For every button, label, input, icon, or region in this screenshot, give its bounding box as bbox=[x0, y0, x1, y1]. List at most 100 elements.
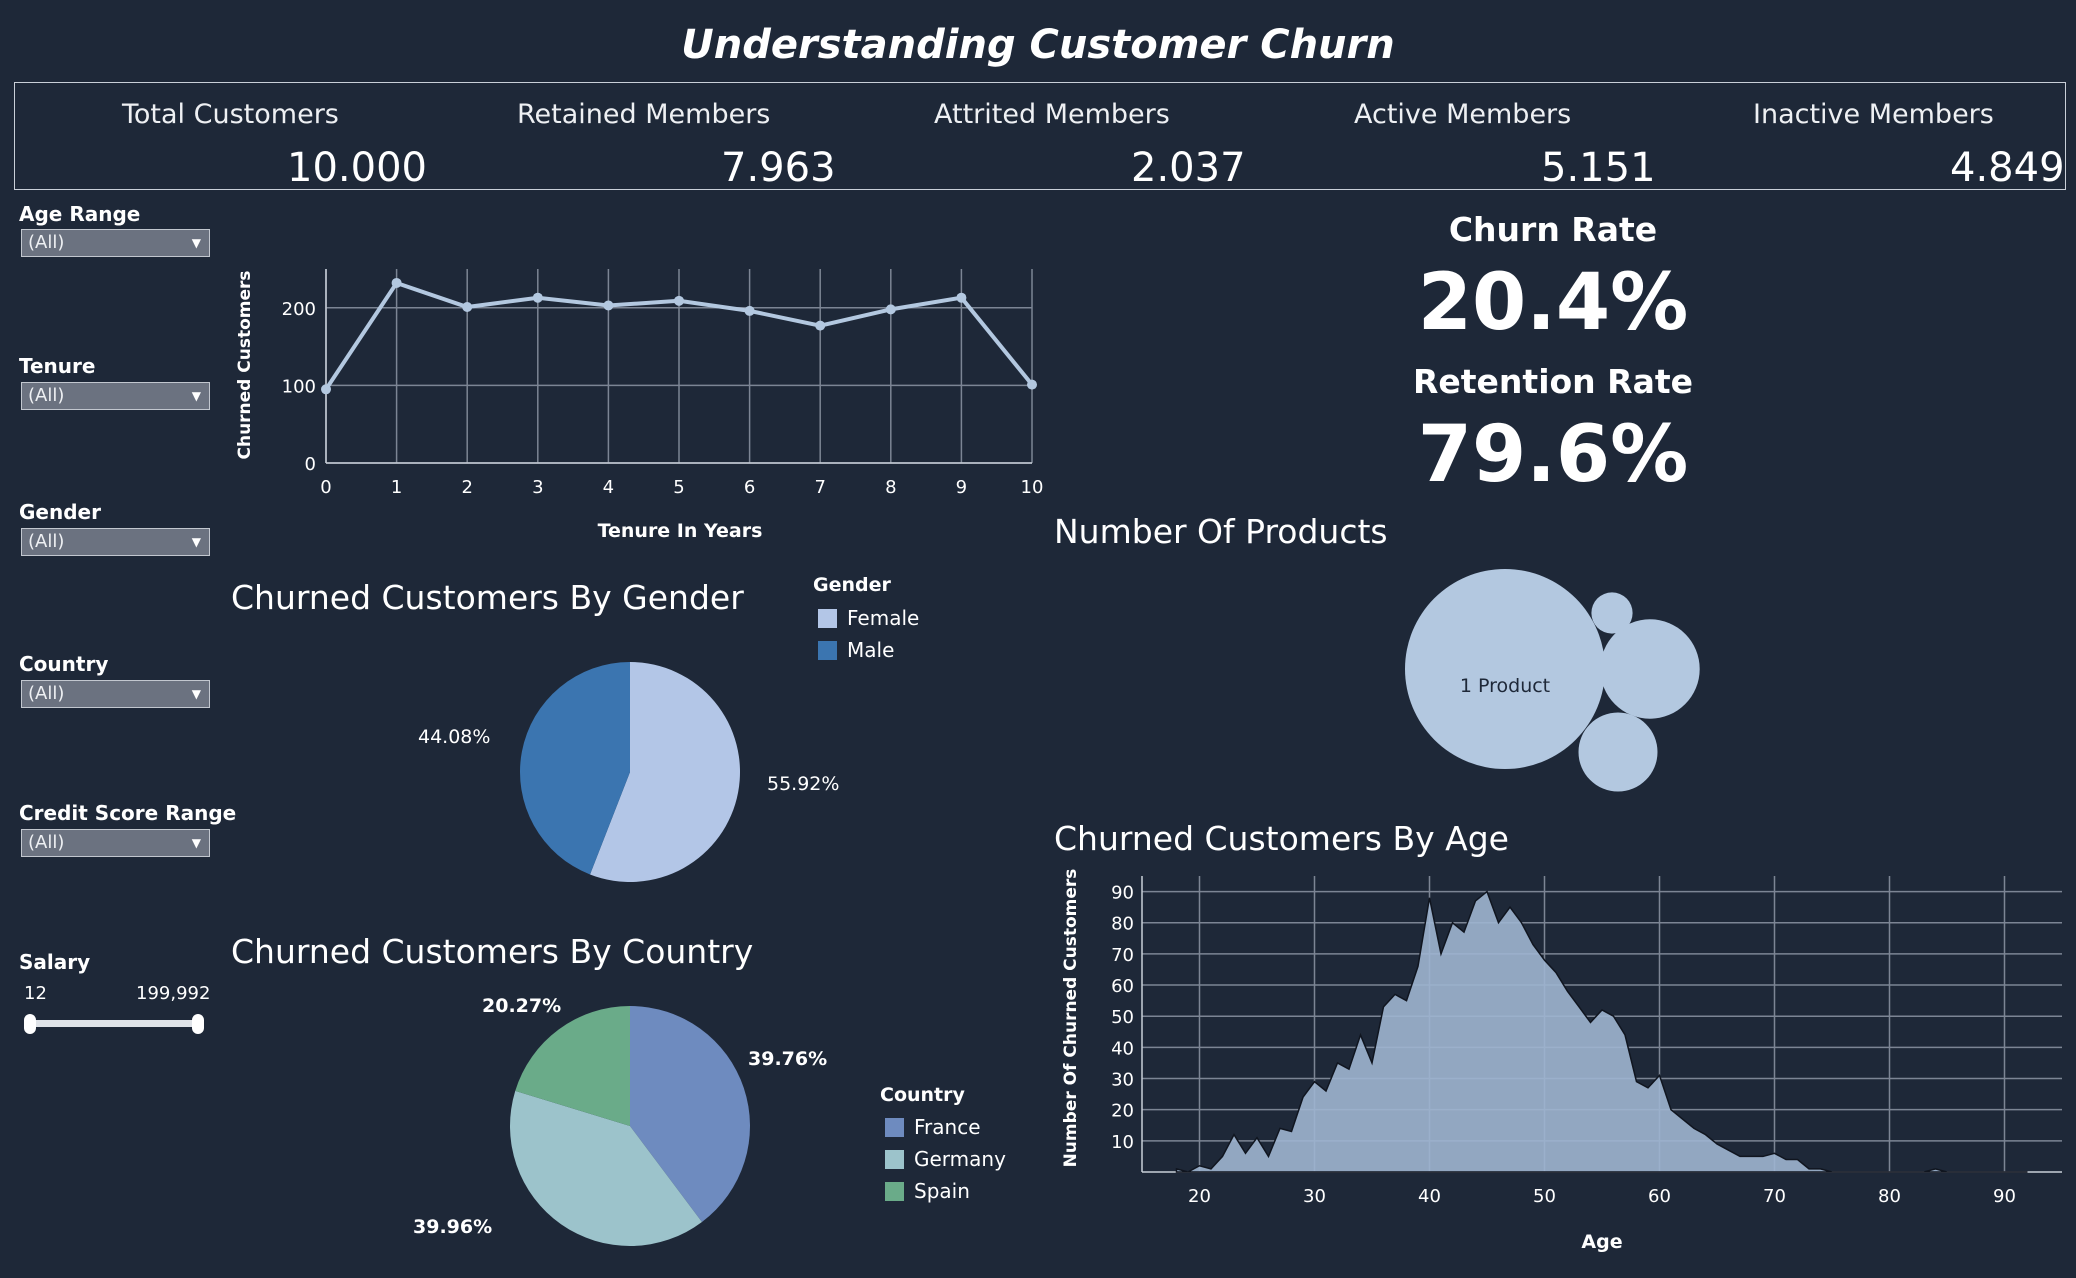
product-bubble-1 bbox=[1405, 569, 1605, 769]
gender-pie-chart bbox=[520, 662, 740, 882]
filter-credit-score-label: Credit Score Range bbox=[19, 801, 237, 825]
salary-min-label: 12 bbox=[24, 983, 47, 1004]
tenure-point bbox=[885, 304, 896, 315]
tenure-xlabel: Tenure In Years bbox=[598, 520, 763, 542]
kpi-inactive-label: Inactive Members bbox=[1753, 99, 1994, 130]
chevron-down-icon: ▼ bbox=[191, 535, 201, 549]
age-xtick-label: 30 bbox=[1303, 1186, 1326, 1207]
spain-swatch bbox=[885, 1182, 904, 1201]
tenure-ylabel: Churned Customers bbox=[235, 270, 255, 459]
country-legend-germany: Germany bbox=[885, 1147, 1006, 1171]
age-ytick-label: 30 bbox=[1111, 1070, 1134, 1091]
tenure-xtick-label: 9 bbox=[956, 477, 967, 498]
tenure-ytick-label: 0 bbox=[305, 454, 316, 475]
filter-salary-label: Salary bbox=[19, 950, 91, 974]
filter-age-range-dropdown[interactable]: (All) ▼ bbox=[21, 229, 210, 257]
tenure-point bbox=[391, 277, 402, 288]
country-pie-chart bbox=[510, 1006, 750, 1246]
tenure-point bbox=[603, 300, 614, 311]
age-ytick-label: 20 bbox=[1111, 1101, 1134, 1122]
kpi-attrited-label: Attrited Members bbox=[934, 99, 1170, 130]
age-ytick-label: 80 bbox=[1111, 914, 1134, 935]
filter-tenure-dropdown[interactable]: (All) ▼ bbox=[21, 382, 210, 410]
salary-slider-track[interactable] bbox=[30, 1020, 200, 1027]
dropdown-value: (All) bbox=[28, 232, 65, 253]
churn-rate-value: 20.4% bbox=[1417, 258, 1689, 348]
filter-country-dropdown[interactable]: (All) ▼ bbox=[21, 680, 210, 708]
age-area-chart: 20 30 40 50 60 70 80 90 10 20 30 40 50 60 70 80 90 Numbe… bbox=[1061, 869, 2062, 1253]
filter-tenure-label: Tenure bbox=[19, 354, 96, 378]
product-bubble-4 bbox=[1591, 592, 1633, 634]
gender-male-pct: 44.08% bbox=[418, 726, 491, 748]
tenure-line-chart: 0 1 2 3 4 5 6 7 8 9 100100200 Churned Customers Te… bbox=[235, 269, 1044, 542]
kpi-active-value: 5.151 bbox=[1541, 145, 1656, 191]
kpi-attrited-value: 2.037 bbox=[1131, 145, 1246, 191]
tenure-point bbox=[956, 292, 967, 303]
country-germany-pct: 39.96% bbox=[413, 1216, 493, 1238]
age-ytick-label: 50 bbox=[1111, 1007, 1134, 1028]
kpi-active-label: Active Members bbox=[1354, 99, 1572, 130]
chevron-down-icon: ▼ bbox=[191, 389, 201, 403]
country-france-pct: 39.76% bbox=[748, 1048, 828, 1070]
salary-slider-min-handle[interactable] bbox=[24, 1014, 36, 1034]
age-ytick-label: 90 bbox=[1111, 883, 1134, 904]
age-xtick-label: 60 bbox=[1648, 1186, 1671, 1207]
germany-swatch bbox=[885, 1150, 904, 1169]
tenure-xtick-label: 1 bbox=[391, 477, 402, 498]
filter-credit-score-dropdown[interactable]: (All) ▼ bbox=[21, 829, 210, 857]
tenure-xtick-label: 10 bbox=[1021, 477, 1044, 498]
product-bubble-3 bbox=[1578, 712, 1658, 792]
tenure-xtick-label: 8 bbox=[885, 477, 896, 498]
gender-chart-title: Churned Customers By Gender bbox=[231, 578, 744, 617]
kpi-total-value: 10.000 bbox=[287, 145, 427, 191]
male-swatch bbox=[818, 641, 837, 660]
kpi-retained-label: Retained Members bbox=[517, 99, 771, 130]
country-chart-title: Churned Customers By Country bbox=[231, 932, 754, 971]
country-legend-france: France bbox=[885, 1115, 981, 1139]
dashboard-title: Understanding Customer Churn bbox=[681, 22, 1395, 68]
churn-rate-label: Churn Rate bbox=[1448, 210, 1658, 249]
salary-max-label: 199,992 bbox=[136, 983, 211, 1004]
dropdown-value: (All) bbox=[28, 531, 65, 552]
age-ylabel: Number Of Churned Customers bbox=[1061, 869, 1081, 1168]
chevron-down-icon: ▼ bbox=[191, 687, 201, 701]
france-swatch bbox=[885, 1118, 904, 1137]
retention-rate-value: 79.6% bbox=[1417, 410, 1689, 500]
filter-age-range-label: Age Range bbox=[19, 202, 141, 226]
age-ytick-label: 60 bbox=[1111, 976, 1134, 997]
age-ytick-label: 70 bbox=[1111, 945, 1134, 966]
dropdown-value: (All) bbox=[28, 683, 65, 704]
age-chart-title: Churned Customers By Age bbox=[1054, 819, 1509, 858]
gender-legend-male: Male bbox=[818, 638, 894, 662]
products-bubble-chart: 1 Product bbox=[1405, 569, 1700, 792]
age-xtick-label: 50 bbox=[1533, 1186, 1556, 1207]
product-bubble-2 bbox=[1600, 619, 1700, 719]
tenure-point bbox=[815, 320, 826, 331]
age-ytick-label: 40 bbox=[1111, 1038, 1134, 1059]
tenure-point bbox=[674, 295, 684, 306]
chevron-down-icon: ▼ bbox=[191, 236, 201, 250]
chevron-down-icon: ▼ bbox=[191, 836, 201, 850]
country-legend-title: Country bbox=[880, 1084, 965, 1106]
products-title: Number Of Products bbox=[1054, 512, 1388, 551]
tenure-ytick-label: 200 bbox=[282, 299, 316, 320]
salary-slider-max-handle[interactable] bbox=[192, 1014, 204, 1034]
tenure-xtick-label: 2 bbox=[461, 477, 472, 498]
age-xtick-label: 20 bbox=[1188, 1186, 1211, 1207]
kpi-bar: Total Customers 10.000 Retained Members … bbox=[14, 82, 2066, 191]
country-legend-spain: Spain bbox=[885, 1179, 970, 1203]
tenure-point bbox=[462, 302, 473, 313]
gender-legend-female: Female bbox=[818, 606, 919, 630]
age-ytick-label: 10 bbox=[1111, 1132, 1134, 1153]
tenure-point bbox=[1027, 379, 1037, 390]
age-series-area bbox=[1175, 890, 2028, 1173]
kpi-inactive-value: 4.849 bbox=[1950, 145, 2065, 191]
age-xtick-label: 70 bbox=[1763, 1186, 1786, 1207]
age-xlabel: Age bbox=[1581, 1231, 1622, 1253]
tenure-xtick-label: 3 bbox=[532, 477, 543, 498]
tenure-ytick-label: 100 bbox=[282, 376, 316, 397]
age-xtick-label: 80 bbox=[1878, 1186, 1901, 1207]
filter-gender-dropdown[interactable]: (All) ▼ bbox=[21, 528, 210, 556]
tenure-xtick-label: 6 bbox=[744, 477, 755, 498]
age-xtick-label: 40 bbox=[1418, 1186, 1441, 1207]
